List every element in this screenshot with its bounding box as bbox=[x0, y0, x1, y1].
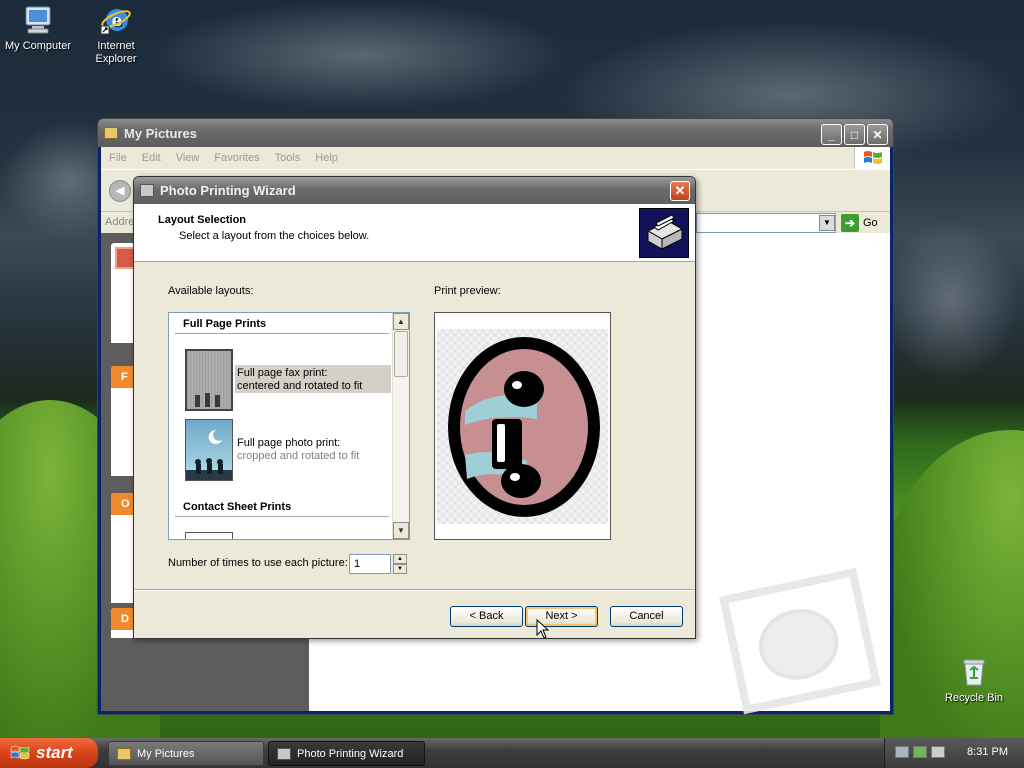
scroll-down-icon[interactable]: ▼ bbox=[393, 522, 409, 539]
computer-icon bbox=[22, 4, 54, 36]
layout-line1: Full page fax print: bbox=[237, 367, 328, 379]
group-divider bbox=[175, 333, 389, 334]
back-arrow-icon[interactable]: ◀ bbox=[109, 180, 131, 202]
windows-logo-icon bbox=[854, 147, 890, 169]
preview-face-image bbox=[448, 337, 600, 517]
menu-bar: File Edit View Favorites Tools Help bbox=[101, 147, 890, 169]
minimize-button[interactable]: _ bbox=[821, 124, 842, 145]
taskbar-button-my-pictures[interactable]: My Pictures bbox=[108, 741, 264, 766]
step-title: Layout Selection bbox=[158, 214, 247, 226]
menu-help[interactable]: Help bbox=[315, 152, 338, 164]
go-button[interactable]: ➔ Go bbox=[841, 214, 878, 232]
wizard-close-button[interactable]: ✕ bbox=[670, 181, 690, 201]
cloud bbox=[880, 220, 1020, 380]
start-label: start bbox=[36, 743, 73, 762]
go-label: Go bbox=[863, 217, 878, 229]
layout-item-fax-print[interactable]: Full page fax print: centered and rotate… bbox=[185, 349, 395, 413]
photo-watermark-icon bbox=[719, 567, 881, 715]
menu-edit[interactable]: Edit bbox=[142, 152, 161, 164]
spin-down-icon[interactable]: ▼ bbox=[393, 564, 407, 574]
layout-line2: cropped and rotated to fit bbox=[237, 450, 360, 462]
security-icon[interactable] bbox=[913, 746, 927, 758]
group-divider bbox=[175, 516, 389, 517]
cloud bbox=[150, 0, 570, 110]
back-button[interactable]: < Back bbox=[450, 606, 523, 627]
menu-favorites[interactable]: Favorites bbox=[214, 152, 259, 164]
chevron-down-icon[interactable]: ▼ bbox=[819, 215, 835, 231]
taskbar-button-photo-printing-wizard[interactable]: Photo Printing Wizard bbox=[268, 741, 425, 766]
taskbar-button-label: Photo Printing Wizard bbox=[297, 747, 404, 760]
layout-line1: Full page photo print: bbox=[237, 437, 341, 449]
scroll-thumb[interactable] bbox=[394, 331, 408, 377]
layout-list[interactable]: Full Page Prints Full page fax print: ce… bbox=[168, 312, 410, 540]
copies-input[interactable]: 1 bbox=[349, 554, 391, 574]
internet-explorer-icon: e bbox=[100, 4, 132, 36]
taskbar-button-label: My Pictures bbox=[137, 747, 195, 760]
wizard-title: Photo Printing Wizard bbox=[160, 183, 296, 198]
folder-icon bbox=[104, 127, 118, 139]
folder-icon bbox=[117, 747, 131, 760]
network-icon[interactable] bbox=[895, 746, 909, 758]
step-subtitle: Select a layout from the choices below. bbox=[179, 230, 370, 242]
scroll-up-icon[interactable]: ▲ bbox=[393, 313, 409, 330]
print-preview-label: Print preview: bbox=[434, 285, 501, 297]
available-layouts-label: Available layouts: bbox=[168, 285, 254, 297]
recycle-bin-icon bbox=[958, 656, 990, 688]
layout-line2: centered and rotated to fit bbox=[237, 380, 363, 392]
photo-print-thumbnail bbox=[185, 419, 233, 481]
menu-view[interactable]: View bbox=[176, 152, 200, 164]
menu-tools[interactable]: Tools bbox=[275, 152, 301, 164]
desktop-icon-recycle-bin[interactable]: Recycle Bin bbox=[936, 656, 1012, 704]
preview-page bbox=[437, 329, 608, 524]
mouse-cursor-icon bbox=[536, 619, 550, 639]
copies-spinner: ▲ ▼ bbox=[393, 554, 407, 574]
go-arrow-icon: ➔ bbox=[841, 214, 859, 232]
printer-wizard-icon bbox=[639, 208, 689, 258]
photo-printing-wizard-dialog: Photo Printing Wizard ✕ Layout Selection… bbox=[133, 176, 696, 639]
copies-label: Number of times to use each picture: bbox=[168, 557, 348, 569]
button-separator bbox=[134, 589, 695, 591]
menu-file[interactable]: File bbox=[109, 152, 127, 164]
printer-icon bbox=[277, 747, 291, 760]
system-tray: 8:31 PM bbox=[884, 738, 1024, 768]
desktop-icon-label: Internet Explorer bbox=[95, 40, 137, 65]
fax-print-thumbnail bbox=[185, 349, 233, 411]
spin-up-icon[interactable]: ▲ bbox=[393, 554, 407, 564]
desktop-icon-internet-explorer[interactable]: e Internet Explorer bbox=[78, 4, 154, 66]
contact-sheet-thumbnail bbox=[185, 532, 233, 539]
windows-flag-icon bbox=[10, 744, 30, 762]
address-input[interactable]: ▼ bbox=[696, 213, 836, 233]
group-full-page-prints: Full Page Prints bbox=[183, 318, 267, 330]
close-button[interactable]: ✕ bbox=[867, 124, 888, 145]
volume-icon[interactable] bbox=[931, 746, 945, 758]
address-label: Addre bbox=[105, 216, 135, 228]
layout-list-scrollbar[interactable]: ▲ ▼ bbox=[392, 313, 409, 539]
window-controls: _ □ ✕ bbox=[821, 124, 888, 145]
desktop-icon-label: My Computer bbox=[4, 40, 72, 52]
printer-icon bbox=[140, 184, 154, 197]
layout-item-photo-print[interactable]: Full page photo print: cropped and rotat… bbox=[185, 419, 395, 483]
maximize-button[interactable]: □ bbox=[844, 124, 865, 145]
group-contact-sheet-prints: Contact Sheet Prints bbox=[183, 501, 292, 513]
my-pictures-titlebar[interactable]: My Pictures bbox=[98, 119, 893, 147]
window-title: My Pictures bbox=[124, 125, 197, 141]
wizard-titlebar[interactable]: Photo Printing Wizard bbox=[134, 177, 695, 204]
print-preview bbox=[434, 312, 611, 540]
taskbar: start My Pictures Photo Printing Wizard … bbox=[0, 738, 1024, 768]
desktop-icon-label: Recycle Bin bbox=[944, 692, 1004, 704]
wizard-header: Layout Selection Select a layout from th… bbox=[134, 204, 695, 262]
clock[interactable]: 8:31 PM bbox=[967, 746, 1008, 758]
desktop-icon-my-computer[interactable]: My Computer bbox=[0, 4, 76, 52]
start-button[interactable]: start bbox=[0, 738, 98, 768]
cancel-button[interactable]: Cancel bbox=[610, 606, 683, 627]
